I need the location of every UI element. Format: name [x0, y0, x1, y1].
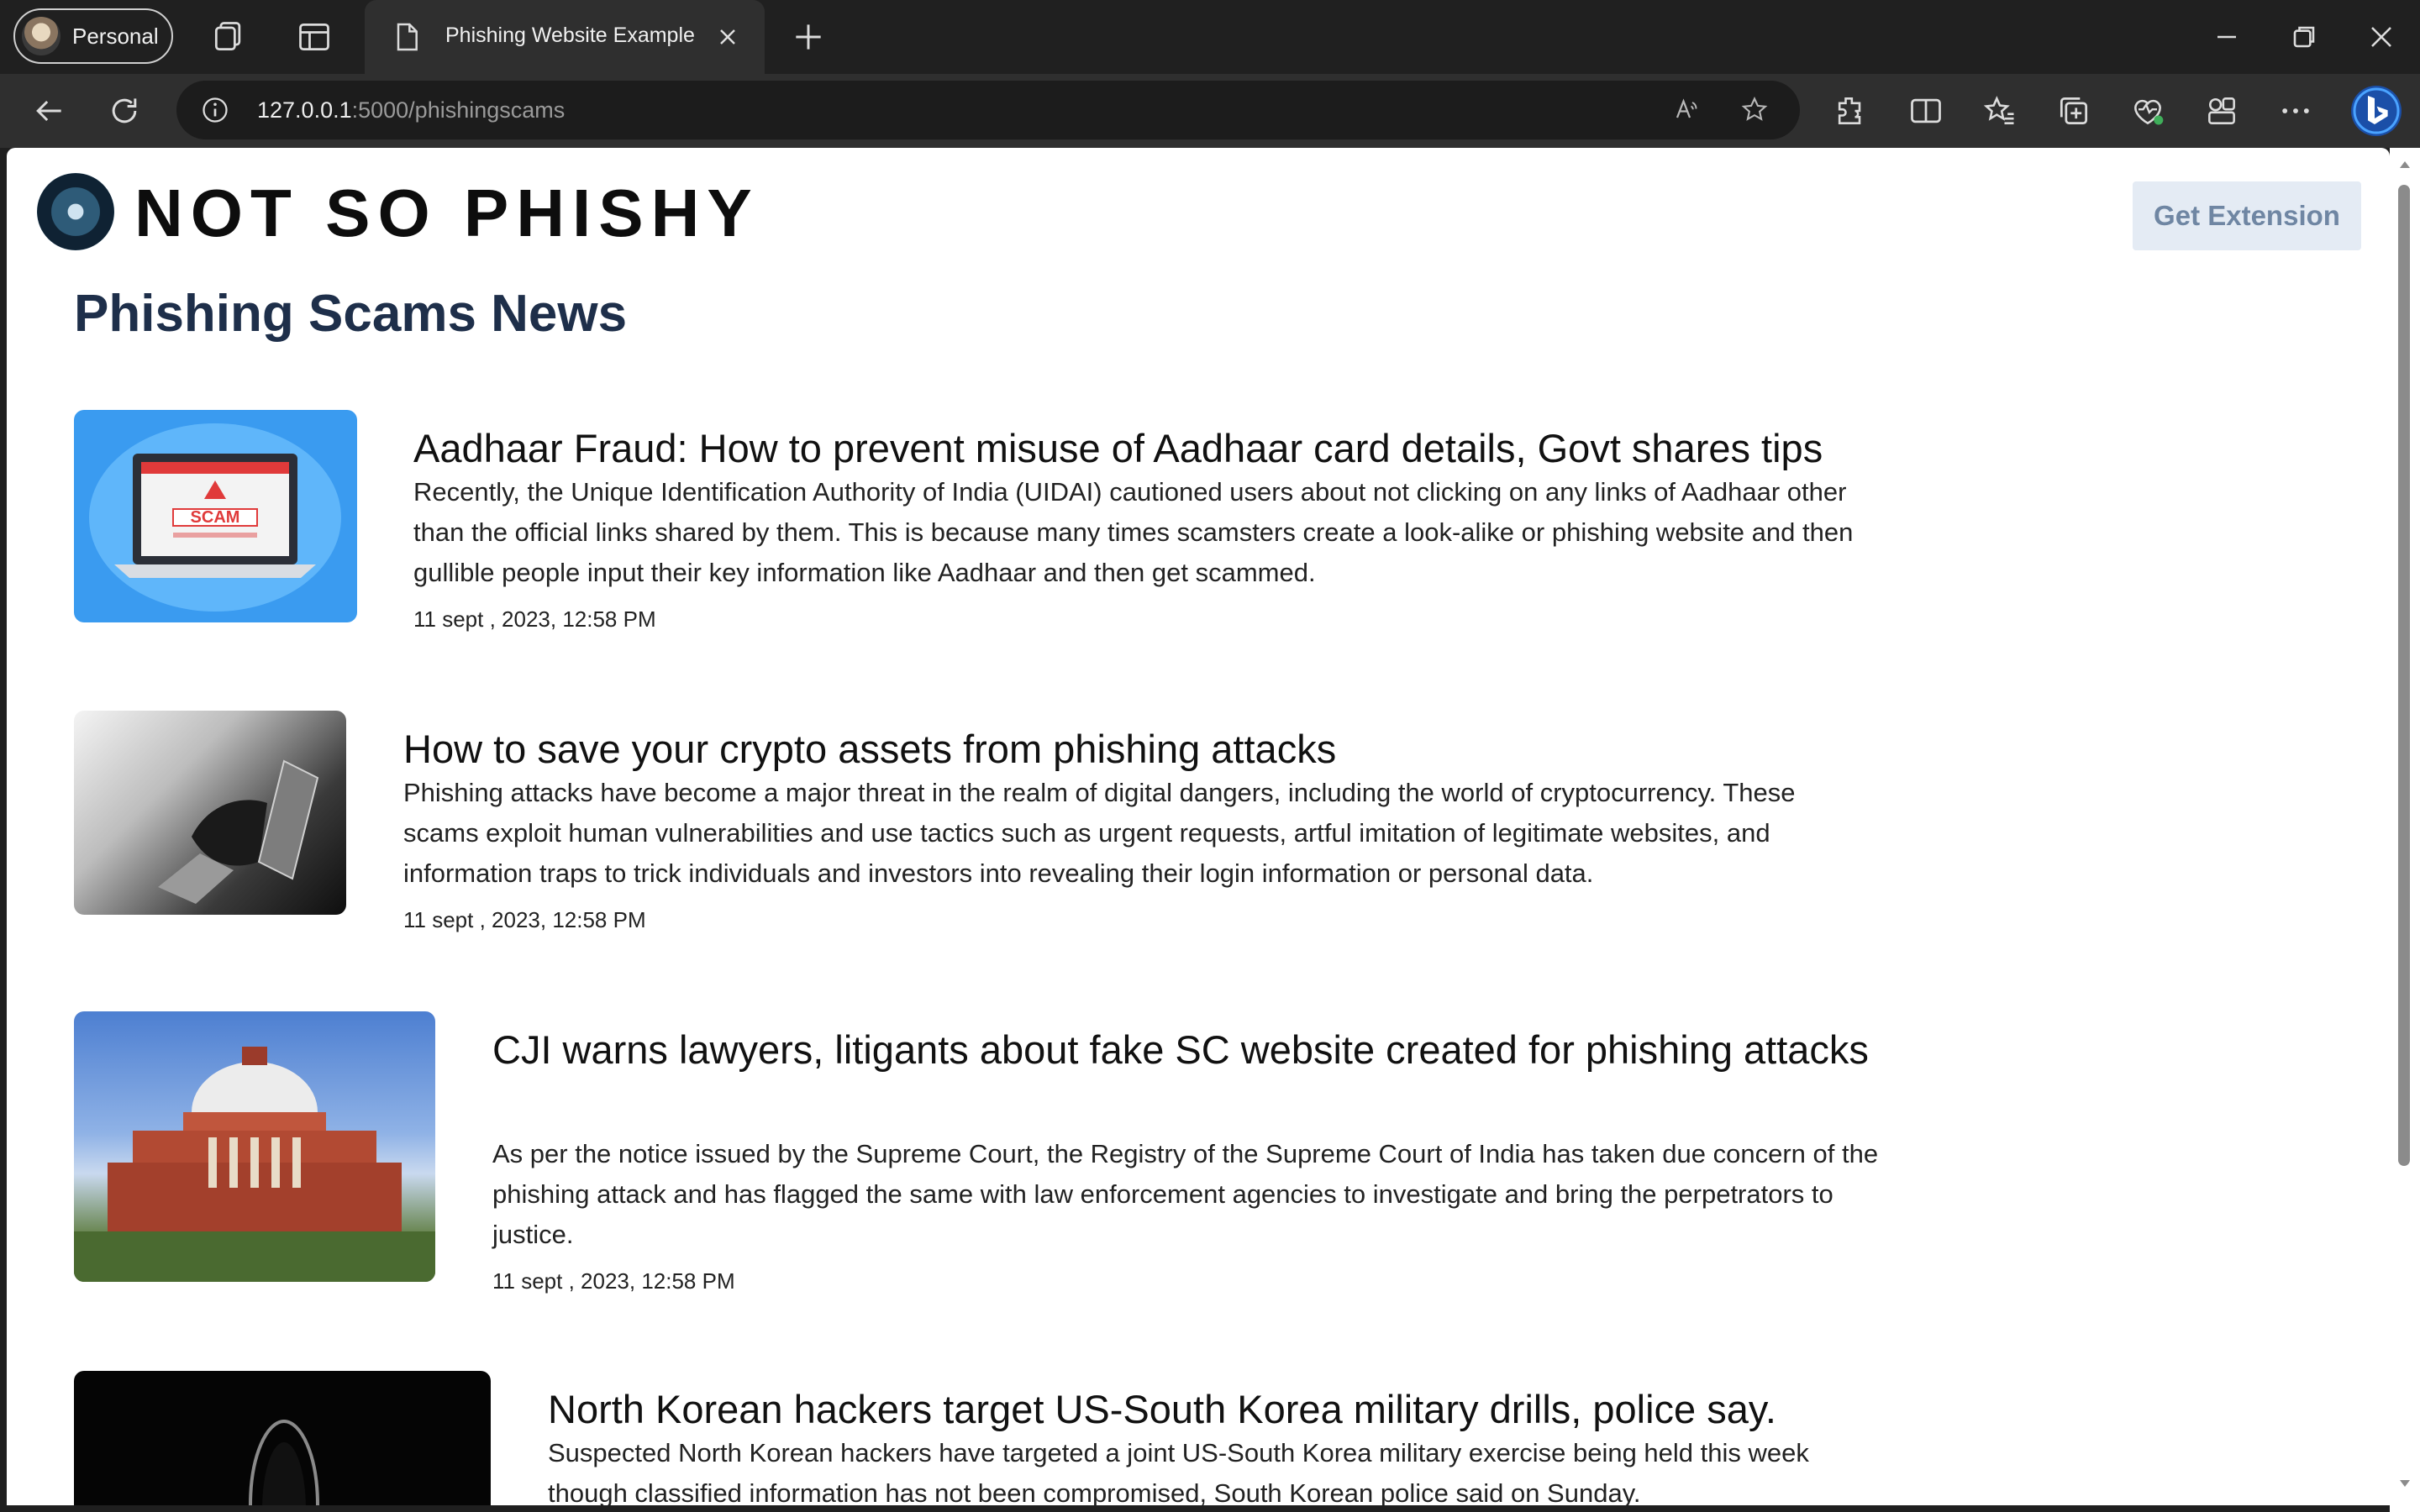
minimize-icon[interactable] [2208, 18, 2245, 55]
article-date: 11 sept , 2023, 12:58 PM [403, 907, 646, 932]
browser-tab-strip: Personal Phishing Website Example [0, 0, 2420, 74]
profile-button[interactable]: Personal [13, 8, 173, 64]
url-path: :5000/phishingscams [351, 97, 566, 123]
restore-icon[interactable] [2286, 18, 2323, 55]
tab-phishing-website-example[interactable]: Phishing Website Example [365, 0, 765, 74]
workspaces-icon[interactable] [210, 18, 247, 55]
new-tab-icon[interactable] [790, 18, 827, 55]
browser-toolbar: 127.0.0.1:5000/phishingscams [0, 74, 2420, 148]
url-text: 127.0.0.1:5000/phishingscams [257, 97, 565, 123]
site-info-icon[interactable] [200, 95, 230, 125]
scroll-up-icon[interactable] [2396, 156, 2413, 173]
site-name[interactable]: NOT SO PHISHY [134, 175, 760, 252]
page-title: Phishing Scams News [74, 285, 628, 343]
article-summary: Recently, the Unique Identification Auth… [413, 477, 1854, 587]
site-logo[interactable] [37, 173, 114, 250]
close-tab-icon[interactable] [714, 24, 741, 50]
profile-label: Personal [72, 23, 159, 49]
favorite-star-icon[interactable] [1739, 95, 1770, 125]
article-title[interactable]: CJI warns lawyers, litigants about fake … [492, 1020, 1887, 1080]
article-summary: As per the notice issued by the Supreme … [492, 1139, 1879, 1249]
article-title[interactable]: Aadhaar Fraud: How to prevent misuse of … [413, 418, 1876, 479]
close-window-icon[interactable] [2363, 18, 2400, 55]
read-aloud-icon[interactable] [1672, 95, 1702, 125]
profile-avatar [22, 17, 60, 55]
browser-essentials-icon[interactable] [2129, 92, 2166, 129]
article-image[interactable] [74, 1371, 491, 1505]
scroll-down-icon[interactable] [2396, 1475, 2413, 1492]
article-summary: Suspected North Korean hackers have targ… [548, 1438, 1809, 1505]
copilot-tools-icon[interactable] [2203, 92, 2240, 129]
vertical-tabs-icon[interactable] [296, 18, 333, 55]
scrollbar-thumb[interactable] [2398, 185, 2410, 1166]
article-title[interactable]: North Korean hackers target US-South Kor… [548, 1379, 1884, 1440]
article-image[interactable] [74, 711, 346, 915]
bing-copilot-icon[interactable] [2349, 84, 2403, 138]
web-page: NOT SO PHISHY Get Extension Phishing Sca… [7, 148, 2390, 1505]
article-card[interactable]: SCAM Aadhaar Fraud: How to prevent misus… [74, 410, 1881, 654]
page-scrollbar[interactable] [2390, 148, 2420, 1512]
article-title[interactable]: How to save your crypto assets from phis… [403, 719, 1874, 780]
page-icon [397, 23, 418, 51]
article-card[interactable]: How to save your crypto assets from phis… [74, 711, 1881, 954]
more-menu-icon[interactable] [2277, 92, 2314, 129]
collections-icon[interactable] [2055, 92, 2092, 129]
scam-image-text: SCAM [191, 508, 240, 527]
split-screen-icon[interactable] [1907, 92, 1944, 129]
extensions-icon[interactable] [1832, 92, 1869, 129]
back-icon[interactable] [30, 92, 67, 129]
tab-title: Phishing Website Example [445, 24, 695, 47]
article-card[interactable]: CJI warns lawyers, litigants about fake … [74, 1011, 1881, 1297]
article-date: 11 sept , 2023, 12:58 PM [413, 606, 656, 632]
article-card[interactable]: North Korean hackers target US-South Kor… [74, 1371, 1881, 1505]
address-bar[interactable]: 127.0.0.1:5000/phishingscams [176, 81, 1800, 139]
article-date: 11 sept , 2023, 12:58 PM [492, 1268, 735, 1294]
url-host: 127.0.0.1 [257, 97, 352, 123]
article-image[interactable]: SCAM [74, 410, 357, 622]
article-summary: Phishing attacks have become a major thr… [403, 778, 1796, 888]
favorites-icon[interactable] [1981, 92, 2018, 129]
get-extension-button[interactable]: Get Extension [2133, 181, 2361, 250]
refresh-icon[interactable] [106, 92, 143, 129]
article-image[interactable] [74, 1011, 435, 1282]
